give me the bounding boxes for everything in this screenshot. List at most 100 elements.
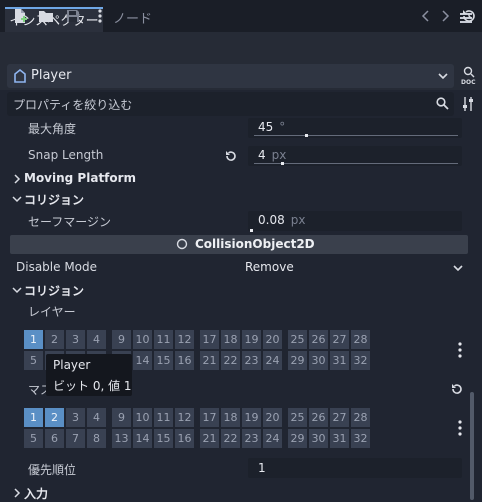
bit-cell[interactable]: 3 [66,408,85,427]
bit-cell[interactable]: 28 [351,408,370,427]
bit-cell[interactable]: 6 [45,429,64,448]
chevron-right-icon[interactable] [12,488,22,498]
bit-cell[interactable]: 26 [309,330,328,349]
bit-cell[interactable]: 1 [24,408,43,427]
bit-cell[interactable]: 17 [200,408,219,427]
bit-cell[interactable]: 29 [288,429,307,448]
collision-section-2[interactable]: コリジョン [24,282,84,299]
input-section[interactable]: 入力 [24,485,48,502]
bit-cell[interactable]: 18 [221,408,240,427]
bit-cell[interactable]: 19 [242,408,261,427]
history-back-icon[interactable] [418,8,434,24]
bit-cell[interactable]: 3 [66,330,85,349]
tooltip-detail: ビット 0, 値 1 [53,379,132,393]
bit-cell[interactable]: 9 [112,330,131,349]
bit-cell[interactable]: 4 [87,408,106,427]
bit-cell[interactable]: 23 [242,429,261,448]
bit-cell[interactable]: 2 [45,408,64,427]
open-folder-icon[interactable] [38,8,54,24]
bit-cell[interactable]: 24 [263,351,282,370]
chevron-down-icon[interactable] [12,194,22,204]
bit-cell[interactable]: 16 [175,351,194,370]
bit-cell[interactable]: 14 [133,429,152,448]
bit-cell[interactable]: 10 [133,330,152,349]
bit-cell[interactable]: 24 [263,429,282,448]
bit-cell[interactable]: 21 [200,429,219,448]
mask-menu-icon[interactable] [458,420,462,436]
bit-cell[interactable]: 5 [24,429,43,448]
bit-cell[interactable]: 15 [154,351,173,370]
max-angle-value: 45 ° [258,120,286,134]
bit-cell[interactable]: 23 [242,351,261,370]
save-icon[interactable] [65,8,81,24]
revert-icon[interactable] [450,382,464,396]
bit-cell[interactable]: 9 [112,408,131,427]
collision-section[interactable]: コリジョン [24,191,84,208]
search-icon [436,97,449,110]
bit-cell[interactable]: 25 [288,408,307,427]
filter-settings-icon[interactable] [462,96,476,112]
bit-cell[interactable]: 21 [200,351,219,370]
chevron-down-icon[interactable] [437,70,449,82]
revert-icon[interactable] [224,149,238,163]
chevron-down-icon[interactable] [452,262,464,274]
disable-mode-value[interactable]: Remove [245,260,294,274]
bit-cell[interactable]: 2 [45,330,64,349]
bit-cell[interactable]: 31 [330,429,349,448]
bit-cell[interactable]: 20 [263,330,282,349]
priority-field[interactable] [248,458,462,478]
bit-cell[interactable]: 22 [221,429,240,448]
chevron-right-icon[interactable] [12,174,22,184]
new-resource-icon[interactable] [12,8,28,24]
doc-icon[interactable]: DOC [461,66,479,86]
bit-cell[interactable]: 15 [154,429,173,448]
safe-margin-slider-knob[interactable] [250,229,253,232]
layer-menu-icon[interactable] [458,342,462,358]
snap-length-slider-knob[interactable] [281,162,284,165]
history-forward-icon[interactable] [437,8,453,24]
bit-cell[interactable]: 26 [309,408,328,427]
chevron-down-icon[interactable] [12,285,22,295]
bit-cell[interactable]: 12 [175,408,194,427]
bit-cell[interactable]: 19 [242,330,261,349]
more-options-icon[interactable] [92,8,108,24]
bit-cell[interactable]: 11 [154,408,173,427]
safe-margin-label: セーフマージン [28,215,112,229]
bit-cell[interactable]: 30 [309,351,328,370]
bit-cell[interactable]: 1 [24,330,43,349]
bit-cell[interactable]: 13 [112,429,131,448]
inspector-scrollbar[interactable] [470,392,474,500]
bit-cell[interactable]: 25 [288,330,307,349]
max-angle-slider[interactable] [254,135,458,136]
snap-length-slider[interactable] [254,163,458,164]
bit-cell[interactable]: 29 [288,351,307,370]
bit-cell[interactable]: 28 [351,330,370,349]
bit-cell[interactable]: 20 [263,408,282,427]
tab-node[interactable]: ノード [113,7,152,32]
bit-cell[interactable]: 32 [351,351,370,370]
bit-cell[interactable]: 31 [330,351,349,370]
bit-cell[interactable]: 7 [66,429,85,448]
bit-cell[interactable]: 5 [24,351,43,370]
moving-platform-section[interactable]: Moving Platform [24,171,136,185]
object-selector[interactable] [7,64,454,88]
bit-cell[interactable]: 14 [133,351,152,370]
bit-cell[interactable]: 12 [175,330,194,349]
bit-cell[interactable]: 18 [221,330,240,349]
bit-cell[interactable]: 8 [87,429,106,448]
bit-cell[interactable]: 16 [175,429,194,448]
max-angle-slider-knob[interactable] [305,134,308,137]
history-icon[interactable] [461,8,477,24]
bit-cell[interactable]: 32 [351,429,370,448]
bit-cell[interactable]: 27 [330,408,349,427]
bit-cell[interactable]: 17 [200,330,219,349]
bit-cell[interactable]: 11 [154,330,173,349]
bit-cell[interactable]: 27 [330,330,349,349]
bit-cell[interactable]: 4 [87,330,106,349]
character-body-icon [14,68,26,83]
bit-cell[interactable]: 10 [133,408,152,427]
bit-cell[interactable]: 22 [221,351,240,370]
max-angle-label: 最大角度 [28,122,77,136]
bit-cell[interactable]: 30 [309,429,328,448]
collision-object-icon [176,238,188,250]
